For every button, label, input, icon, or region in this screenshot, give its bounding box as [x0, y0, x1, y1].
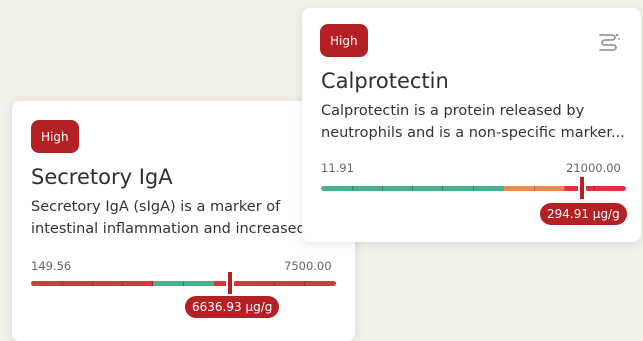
range-tick [62, 281, 63, 286]
range-tick [564, 186, 565, 191]
biomarker-title: Calprotectin [321, 69, 449, 93]
value-marker [578, 175, 586, 201]
range-segment-high [565, 186, 626, 191]
intestine-icon [599, 33, 620, 51]
value-pill: 294.91 µg/g [540, 203, 627, 225]
status-badge: High [31, 120, 79, 153]
description-line: neutrophils and is a non-specific marker… [321, 125, 625, 141]
range-tick [382, 186, 383, 191]
range-tick [352, 186, 353, 191]
biomarker-card-calprotectin[interactable]: High Calprotectin Calprotectin is a prot… [302, 8, 641, 242]
range-min-label: 149.56 [31, 259, 72, 273]
range-tick [274, 281, 275, 286]
range-min-label: 11.91 [321, 161, 354, 175]
range-tick [122, 281, 123, 286]
range-max-label: 7500.00 [284, 259, 332, 273]
range-tick [183, 281, 184, 286]
status-badge: High [320, 24, 368, 57]
description-line: Calprotectin is a protein released by [321, 103, 585, 119]
range-tick [473, 186, 474, 191]
range-max-label: 21000.00 [566, 161, 621, 175]
range-tick [152, 281, 153, 286]
biomarker-description: Calprotectin is a protein released by ne… [321, 100, 636, 144]
range-tick [92, 281, 93, 286]
value-pill: 6636.93 µg/g [185, 296, 280, 318]
value-marker [226, 270, 234, 296]
range-tick [594, 186, 595, 191]
range-tick [442, 186, 443, 191]
range-tick [304, 281, 305, 286]
range-tick [534, 186, 535, 191]
range-tick [412, 186, 413, 191]
biomarker-title: Secretory IgA [31, 165, 173, 189]
